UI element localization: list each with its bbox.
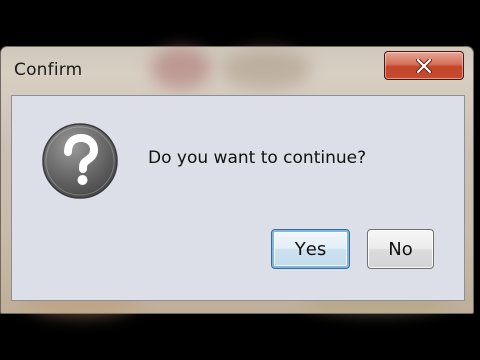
yes-button[interactable]: Yes [271, 229, 350, 269]
window-title: Confirm [14, 60, 83, 80]
no-button[interactable]: No [367, 229, 434, 269]
close-button[interactable] [384, 51, 464, 80]
yes-mnemonic: Y [294, 238, 306, 260]
screen: Confirm Do you want to continue? Y es N … [0, 0, 480, 360]
dialog-window: Confirm Do you want to continue? Y es N … [0, 46, 474, 317]
no-mnemonic: N [388, 238, 402, 260]
yes-label-rest: es [305, 238, 327, 260]
glass-blur [221, 49, 311, 89]
question-icon [42, 123, 118, 199]
dialog-body: Do you want to continue? Yes No [11, 95, 465, 301]
glass-blur [151, 47, 211, 89]
no-label-rest: o [401, 238, 413, 260]
dialog-message: Do you want to continue? [148, 148, 367, 168]
close-icon [416, 58, 432, 73]
